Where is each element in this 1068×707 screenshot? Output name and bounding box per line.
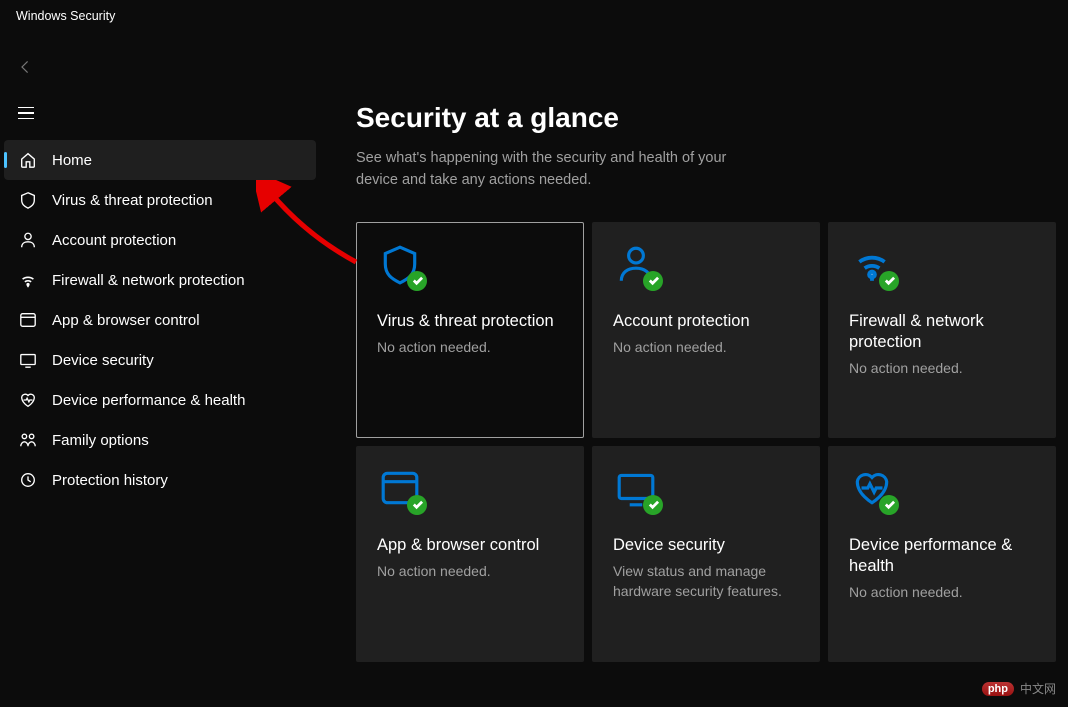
ok-badge-icon: [879, 495, 899, 515]
card-title: Device security: [613, 535, 799, 556]
sidebar: Home Virus & threat protection Account pro…: [0, 32, 320, 707]
card-status: No action needed.: [613, 338, 799, 358]
main-content: Security at a glance See what's happenin…: [320, 32, 1068, 707]
card-title: Device performance & health: [849, 535, 1035, 578]
sidebar-item-label: App & browser control: [52, 312, 200, 329]
heart-icon: [849, 465, 895, 511]
family-icon: [18, 430, 38, 450]
browser-icon: [18, 310, 38, 330]
sidebar-item-label: Device performance & health: [52, 392, 245, 409]
wifi-icon: [849, 241, 895, 287]
card-status: No action needed.: [849, 583, 1035, 603]
watermark: php 中文网: [982, 680, 1056, 697]
heart-icon: [18, 390, 38, 410]
card-status: No action needed.: [377, 562, 563, 582]
sidebar-item-device[interactable]: Device security: [4, 340, 316, 380]
ok-badge-icon: [407, 495, 427, 515]
sidebar-item-browser[interactable]: App & browser control: [4, 300, 316, 340]
page-subtitle: See what's happening with the security a…: [356, 148, 736, 192]
card-heart[interactable]: Device performance & health No action nee…: [828, 446, 1056, 662]
sidebar-item-home[interactable]: Home: [4, 140, 316, 180]
history-icon: [18, 470, 38, 490]
sidebar-item-heart[interactable]: Device performance & health: [4, 380, 316, 420]
card-title: Virus & threat protection: [377, 311, 563, 332]
sidebar-item-label: Virus & threat protection: [52, 192, 213, 209]
card-title: Account protection: [613, 311, 799, 332]
ok-badge-icon: [643, 271, 663, 291]
window-title: Windows Security: [0, 0, 1068, 32]
card-browser[interactable]: App & browser control No action needed.: [356, 446, 584, 662]
sidebar-item-history[interactable]: Protection history: [4, 460, 316, 500]
card-title: Firewall & network protection: [849, 311, 1035, 354]
sidebar-item-label: Firewall & network protection: [52, 272, 245, 289]
ok-badge-icon: [879, 271, 899, 291]
sidebar-item-wifi[interactable]: Firewall & network protection: [4, 260, 316, 300]
ok-badge-icon: [643, 495, 663, 515]
browser-icon: [377, 465, 423, 511]
sidebar-item-label: Home: [52, 152, 92, 169]
sidebar-item-label: Account protection: [52, 232, 176, 249]
card-status: No action needed.: [377, 338, 563, 358]
sidebar-item-person[interactable]: Account protection: [4, 220, 316, 260]
card-device[interactable]: Device security View status and manage ha…: [592, 446, 820, 662]
sidebar-item-shield[interactable]: Virus & threat protection: [4, 180, 316, 220]
sidebar-item-family[interactable]: Family options: [4, 420, 316, 460]
card-status: View status and manage hardware security…: [613, 562, 799, 601]
person-icon: [613, 241, 659, 287]
card-wifi[interactable]: Firewall & network protection No action n…: [828, 222, 1056, 438]
card-status: No action needed.: [849, 359, 1035, 379]
hamburger-icon[interactable]: [18, 98, 48, 128]
shield-icon: [18, 190, 38, 210]
shield-icon: [377, 241, 423, 287]
card-person[interactable]: Account protection No action needed.: [592, 222, 820, 438]
card-shield[interactable]: Virus & threat protection No action neede…: [356, 222, 584, 438]
wifi-icon: [18, 270, 38, 290]
home-icon: [18, 150, 38, 170]
sidebar-item-label: Device security: [52, 352, 154, 369]
sidebar-item-label: Protection history: [52, 472, 168, 489]
page-title: Security at a glance: [356, 102, 1032, 134]
back-button[interactable]: [18, 52, 48, 82]
device-icon: [613, 465, 659, 511]
sidebar-item-label: Family options: [52, 432, 149, 449]
card-title: App & browser control: [377, 535, 563, 556]
ok-badge-icon: [407, 271, 427, 291]
device-icon: [18, 350, 38, 370]
person-icon: [18, 230, 38, 250]
